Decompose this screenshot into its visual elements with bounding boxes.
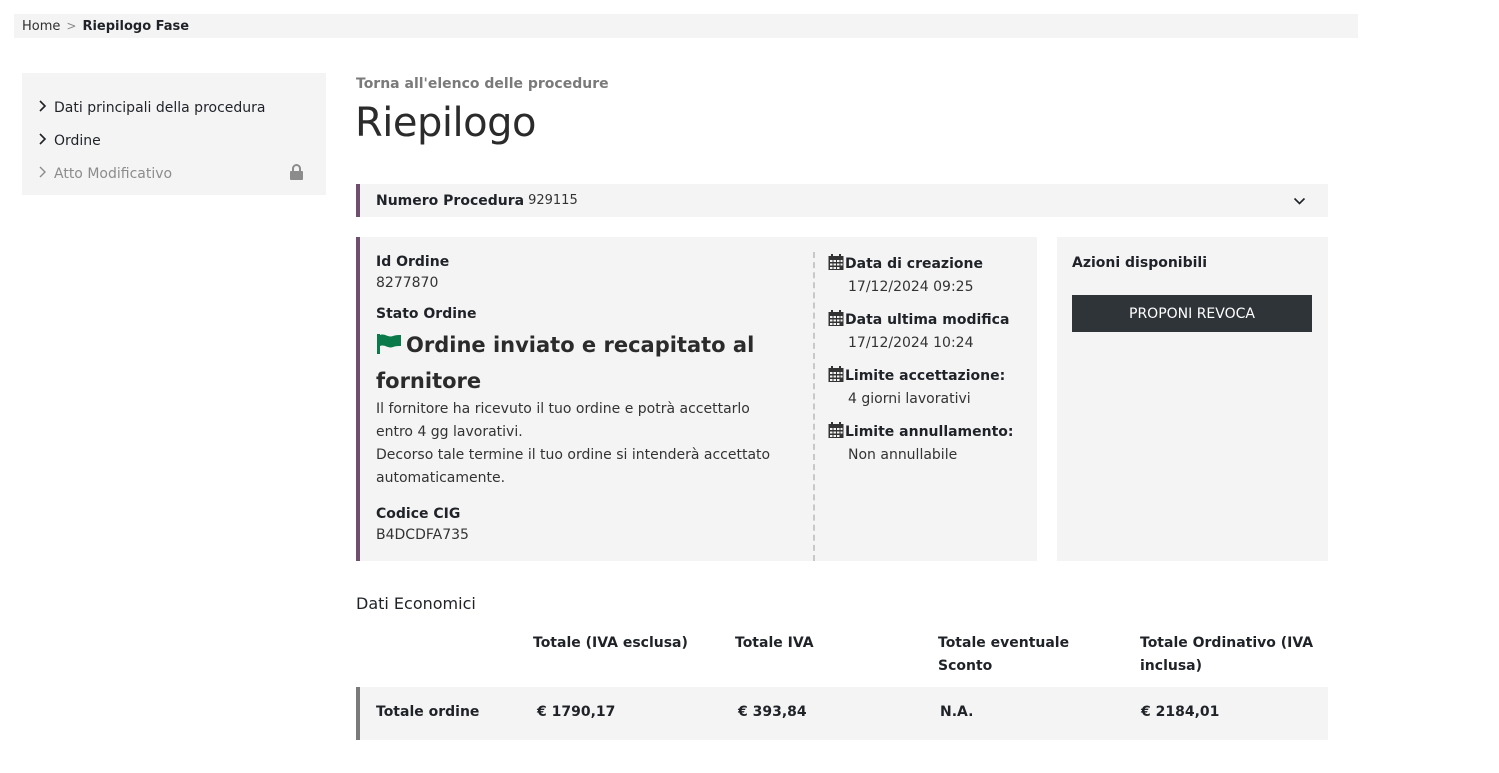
chevron-right-icon <box>38 99 54 116</box>
chevron-right-icon <box>38 132 54 149</box>
last-modified-label: Data ultima modifica <box>828 310 1028 330</box>
value-total-discount: N.A. <box>940 704 974 720</box>
order-dates: Data di creazione 17/12/2024 09:25 Data … <box>828 237 1028 463</box>
cig-value: B4DCDFA735 <box>376 527 469 543</box>
order-status-label: Stato Ordine <box>376 306 477 322</box>
sidebar-item-label: Ordine <box>54 132 101 149</box>
breadcrumb: Home > Riepilogo Fase <box>14 14 1358 38</box>
breadcrumb-current: Riepilogo Fase <box>82 18 190 34</box>
lock-icon <box>289 164 304 184</box>
header-total-excl-vat: Totale (IVA esclusa) <box>533 635 688 651</box>
chevron-right-icon <box>38 166 54 182</box>
order-status: Ordine inviato e recapitato al fornitore <box>376 328 786 398</box>
cancellation-limit-value: Non annullabile <box>848 447 958 463</box>
sidebar-item-atto-modificativo: Atto Modificativo <box>22 157 326 190</box>
acceptance-limit-label: Limite accettazione: <box>828 366 1028 386</box>
table-row: Totale ordine € 1790,17 € 393,84 N.A. € … <box>356 687 1328 740</box>
order-status-description-2: Decorso tale termine il tuo ordine si in… <box>376 447 771 486</box>
flag-icon <box>376 330 402 364</box>
breadcrumb-separator: > <box>66 19 77 33</box>
calendar-icon <box>828 422 845 442</box>
sidebar-item-label: Atto Modificativo <box>54 165 173 182</box>
panel-divider <box>813 252 815 561</box>
last-modified-value: 17/12/2024 10:24 <box>848 335 974 351</box>
sidebar-item-ordine[interactable]: Ordine <box>22 124 326 157</box>
date-label-text: Limite accettazione: <box>845 368 1006 384</box>
actions-panel: Azioni disponibili PROPONI REVOCA <box>1057 237 1328 561</box>
order-id-value: 8277870 <box>376 275 439 291</box>
procedure-number-label: Numero Procedura <box>376 192 525 209</box>
order-status-description-1: Il fornitore ha ricevuto il tuo ordine e… <box>376 401 750 440</box>
procedure-number-bar[interactable]: Numero Procedura 929115 <box>356 184 1328 217</box>
creation-date-value: 17/12/2024 09:25 <box>848 279 974 295</box>
value-total-vat: € 393,84 <box>738 704 807 720</box>
creation-date-label: Data di creazione <box>828 254 1028 274</box>
cig-label: Codice CIG <box>376 506 461 522</box>
sidebar: Dati principali della procedura Ordine A… <box>22 73 326 195</box>
order-info: Id Ordine 8277870 Stato Ordine Ordine in… <box>376 237 796 543</box>
economic-data-title: Dati Economici <box>356 594 476 613</box>
header-total-discount: Totale eventuale Sconto <box>938 635 1070 674</box>
date-label-text: Data di creazione <box>845 256 983 272</box>
cancellation-limit-label: Limite annullamento: <box>828 422 1028 442</box>
calendar-icon <box>828 366 845 386</box>
value-total-excl-vat: € 1790,17 <box>537 704 616 720</box>
breadcrumb-home-link[interactable]: Home <box>22 19 60 34</box>
page-title: Riepilogo <box>355 100 536 146</box>
acceptance-limit-value: 4 giorni lavorativi <box>848 391 971 407</box>
row-label: Totale ordine <box>376 704 480 720</box>
date-label-text: Limite annullamento: <box>845 424 1014 440</box>
propose-revocation-button[interactable]: PROPONI REVOCA <box>1072 295 1312 332</box>
order-id-label: Id Ordine <box>376 254 450 270</box>
chevron-down-icon[interactable] <box>1293 194 1306 210</box>
procedure-number-value: 929115 <box>528 193 578 208</box>
header-total-vat: Totale IVA <box>735 635 814 651</box>
calendar-icon <box>828 254 845 274</box>
order-details-panel: Id Ordine 8277870 Stato Ordine Ordine in… <box>356 237 1037 561</box>
sidebar-item-dati-principali[interactable]: Dati principali della procedura <box>22 91 326 124</box>
header-total-order-incl-vat: Totale Ordinativo (IVA inclusa) <box>1140 635 1314 674</box>
sidebar-item-label: Dati principali della procedura <box>54 99 266 116</box>
order-status-text: Ordine inviato e recapitato al fornitore <box>376 333 755 393</box>
back-to-procedures-link[interactable]: Torna all'elenco delle procedure <box>356 76 609 92</box>
date-label-text: Data ultima modifica <box>845 312 1010 328</box>
calendar-icon <box>828 310 845 330</box>
value-total-order: € 2184,01 <box>1141 704 1220 720</box>
actions-title: Azioni disponibili <box>1072 255 1208 271</box>
